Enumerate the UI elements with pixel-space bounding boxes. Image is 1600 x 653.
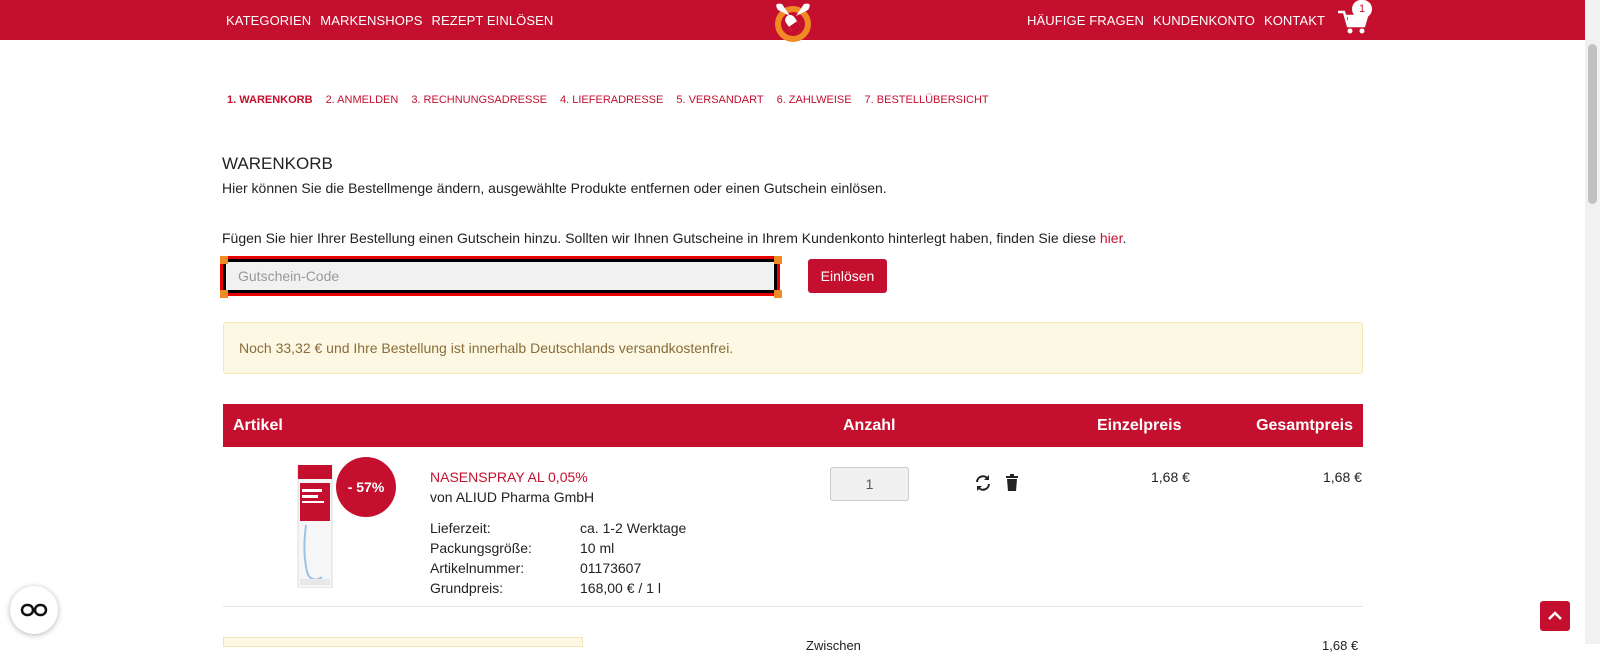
coupon-info-text: Fügen Sie hier Ihrer Bestellung einen Gu… xyxy=(222,230,1096,246)
coupon-info-suffix: . xyxy=(1122,230,1127,246)
step-rechnungsadresse[interactable]: 3. RECHNUNGSADRESSE xyxy=(411,94,547,106)
header-unit-price: Einzelpreis xyxy=(1097,417,1182,434)
cart-count-badge: 1 xyxy=(1352,0,1372,18)
subtotal-value-partial: 1,68 € xyxy=(1322,638,1359,653)
nav-right-group: HÄUFIGE FRAGEN KUNDENKONTO KONTAKT xyxy=(1027,13,1325,28)
nav-left-group: KATEGORIEN MARKENSHOPS REZEPT EINLÖSEN xyxy=(226,13,553,28)
nav-link-kategorien[interactable]: KATEGORIEN xyxy=(226,13,311,28)
nav-link-kundenkonto[interactable]: KUNDENKONTO xyxy=(1153,13,1255,28)
redeem-button[interactable]: Einlösen xyxy=(808,259,887,293)
subtotal-label-partial: Zwischen xyxy=(806,638,861,653)
spec-value: ca. 1-2 Werktage xyxy=(580,520,687,536)
nav-link-faq[interactable]: HÄUFIGE FRAGEN xyxy=(1027,13,1144,28)
focus-corner xyxy=(220,256,228,264)
bottom-notice-partial xyxy=(223,637,583,647)
spec-label: Lieferzeit: xyxy=(430,520,491,536)
nav-link-markenshops[interactable]: MARKENSHOPS xyxy=(320,13,422,28)
step-lieferadresse[interactable]: 4. LIEFERADRESSE xyxy=(560,94,663,106)
spec-label: Grundpreis: xyxy=(430,580,504,596)
glasses-icon xyxy=(20,603,48,617)
total-price: 1,68 € xyxy=(1323,469,1362,485)
focus-corner xyxy=(220,290,228,298)
shipping-notice: Noch 33,32 € und Ihre Bestellung ist inn… xyxy=(223,322,1363,374)
discount-badge: - 57% xyxy=(336,457,396,517)
header-total-price: Gesamtpreis xyxy=(1256,417,1353,434)
step-warenkorb[interactable]: 1. WARENKORB xyxy=(227,94,313,106)
step-zahlweise[interactable]: 6. ZAHLWEISE xyxy=(777,94,852,106)
header-article: Artikel xyxy=(233,417,283,434)
coupon-code-input[interactable] xyxy=(220,256,780,296)
header-quantity: Anzahl xyxy=(843,417,896,434)
trash-icon[interactable] xyxy=(1003,474,1021,492)
spec-label: Packungsgröße: xyxy=(430,540,532,556)
spec-value: 168,00 € / 1 l xyxy=(580,580,661,596)
coupon-info: Fügen Sie hier Ihrer Bestellung einen Gu… xyxy=(222,230,1126,246)
coupon-link[interactable]: hier xyxy=(1100,230,1123,246)
cart-description: Hier können Sie die Bestellmenge ändern,… xyxy=(222,180,887,196)
focus-corner xyxy=(774,256,782,264)
quantity-input[interactable] xyxy=(830,467,909,501)
spec-label: Artikelnummer: xyxy=(430,560,525,576)
page-title: WARENKORB xyxy=(222,154,333,173)
refresh-icon[interactable] xyxy=(974,474,992,492)
spec-value: 10 ml xyxy=(580,540,615,556)
pharmacy-logo-icon[interactable] xyxy=(768,0,818,42)
step-anmelden[interactable]: 2. ANMELDEN xyxy=(326,94,399,106)
step-bestelluebersicht[interactable]: 7. BESTELLÜBERSICHT xyxy=(865,94,989,106)
cart-table-header: Artikel Anzahl Einzelpreis Gesamtpreis xyxy=(223,404,1363,447)
scroll-to-top-button[interactable] xyxy=(1540,601,1570,631)
nav-link-kontakt[interactable]: KONTAKT xyxy=(1264,13,1325,28)
accessibility-button[interactable] xyxy=(10,586,58,634)
chevron-up-icon xyxy=(1548,611,1562,620)
product-name-link[interactable]: NASENSPRAY AL 0,05% xyxy=(430,469,588,485)
unit-price: 1,68 € xyxy=(1151,469,1190,485)
spec-value: 01173607 xyxy=(580,560,642,576)
checkout-steps: 1. WARENKORB 2. ANMELDEN 3. RECHNUNGSADR… xyxy=(227,94,989,106)
scrollbar-thumb[interactable] xyxy=(1588,44,1597,204)
step-versandart[interactable]: 5. VERSANDART xyxy=(676,94,763,106)
nav-link-rezept-einloesen[interactable]: REZEPT EINLÖSEN xyxy=(432,13,554,28)
row-divider xyxy=(223,606,1363,607)
product-image[interactable] xyxy=(296,465,334,588)
product-brand: von ALIUD Pharma GmbH xyxy=(430,489,595,505)
focus-corner xyxy=(774,290,782,298)
